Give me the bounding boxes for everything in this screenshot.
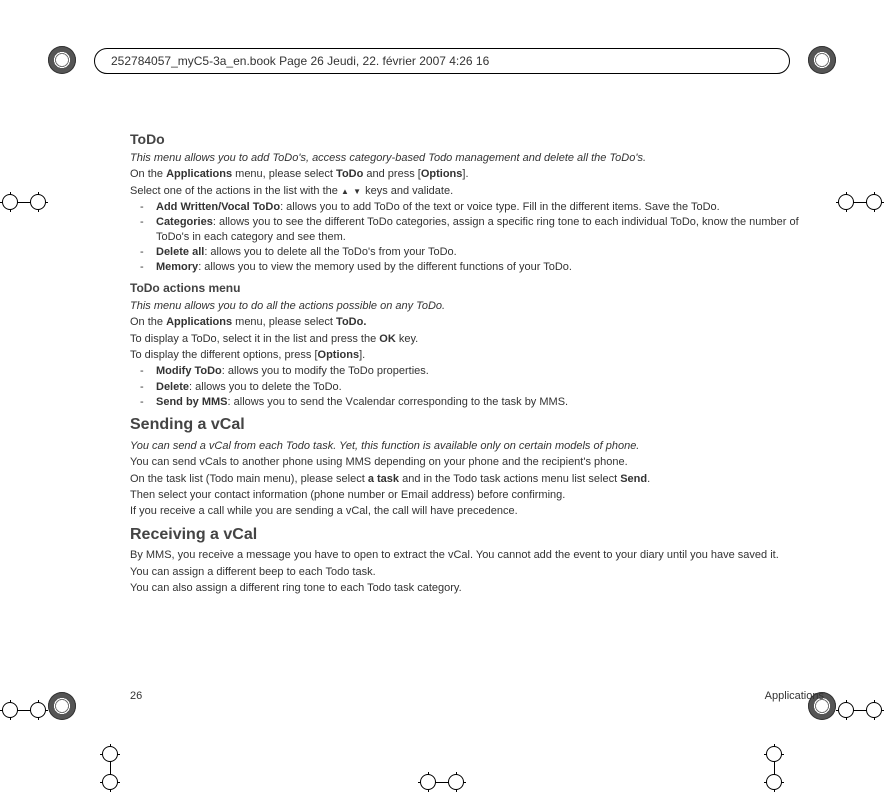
receiving-p3: You can also assign a different ring ton…: [130, 581, 824, 595]
todo-items-list: Add Written/Vocal ToDo: allows you to ad…: [130, 200, 824, 274]
crop-mark-icon: [836, 700, 884, 720]
actions-menu-intro: This menu allows you to do all the actio…: [130, 299, 824, 313]
sending-vcal-heading: Sending a vCal: [130, 415, 824, 436]
sending-p1: You can send vCals to another phone usin…: [130, 455, 824, 469]
sending-p2: On the task list (Todo main menu), pleas…: [130, 472, 824, 486]
document-header-bar: 252784057_myC5-3a_en.book Page 26 Jeudi,…: [94, 48, 790, 74]
page-number: 26: [130, 690, 142, 702]
todo-heading: ToDo: [130, 130, 824, 148]
list-item: Memory: allows you to view the memory us…: [130, 260, 824, 274]
sending-p4: If you receive a call while you are send…: [130, 504, 824, 518]
crop-mark-icon: [0, 700, 48, 720]
receiving-p2: You can assign a different beep to each …: [130, 565, 824, 579]
crop-mark-icon: [418, 772, 466, 792]
list-item: Add Written/Vocal ToDo: allows you to ad…: [130, 200, 824, 214]
page-footer: 26 Applications: [130, 690, 824, 702]
actions-line1: On the Applications menu, please select …: [130, 315, 824, 329]
receiving-vcal-heading: Receiving a vCal: [130, 525, 824, 546]
todo-line1: On the Applications menu, please select …: [130, 167, 824, 181]
list-item: Send by MMS: allows you to send the Vcal…: [130, 395, 824, 409]
list-item: Delete: allows you to delete the ToDo.: [130, 380, 824, 394]
actions-items-list: Modify ToDo: allows you to modify the To…: [130, 364, 824, 409]
list-item: Modify ToDo: allows you to modify the To…: [130, 364, 824, 378]
register-mark-icon: [48, 46, 76, 74]
actions-line3: To display the different options, press …: [130, 348, 824, 362]
crop-mark-icon: [836, 192, 884, 212]
page-content: ToDo This menu allows you to add ToDo's,…: [130, 124, 824, 597]
receiving-p1: By MMS, you receive a message you have t…: [130, 548, 824, 562]
todo-intro: This menu allows you to add ToDo's, acce…: [130, 151, 824, 165]
list-item: Categories: allows you to see the differ…: [130, 215, 824, 244]
crop-mark-icon: [100, 744, 120, 792]
crop-mark-icon: [764, 744, 784, 792]
nav-arrows-icon: ▲ ▼: [341, 187, 362, 196]
document-header-text: 252784057_myC5-3a_en.book Page 26 Jeudi,…: [111, 54, 489, 68]
todo-line2: Select one of the actions in the list wi…: [130, 184, 824, 198]
register-mark-icon: [48, 692, 76, 720]
sending-vcal-intro: You can send a vCal from each Todo task.…: [130, 439, 824, 453]
sending-p3: Then select your contact information (ph…: [130, 488, 824, 502]
actions-line2: To display a ToDo, select it in the list…: [130, 332, 824, 346]
register-mark-icon: [808, 46, 836, 74]
crop-mark-icon: [0, 192, 48, 212]
list-item: Delete all: allows you to delete all the…: [130, 245, 824, 259]
footer-section-name: Applications: [765, 690, 824, 702]
actions-menu-heading: ToDo actions menu: [130, 281, 824, 297]
